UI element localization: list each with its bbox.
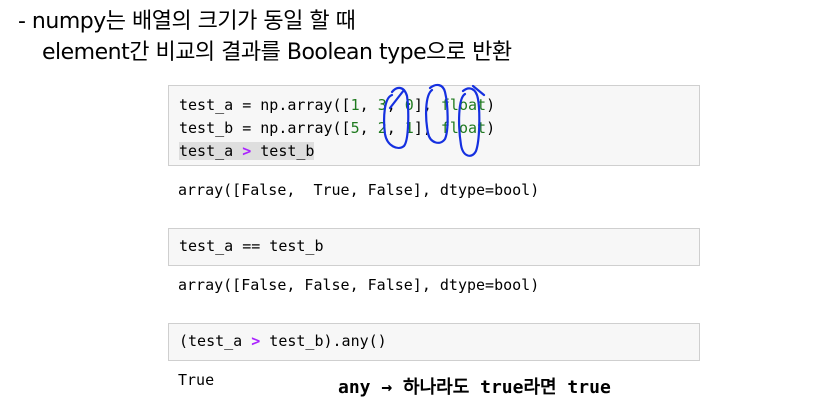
pen-oval-2 <box>425 83 449 144</box>
pen-oval-1 <box>383 86 410 150</box>
pen-oval-3 <box>458 84 486 157</box>
handwritten-annotations <box>383 83 486 157</box>
